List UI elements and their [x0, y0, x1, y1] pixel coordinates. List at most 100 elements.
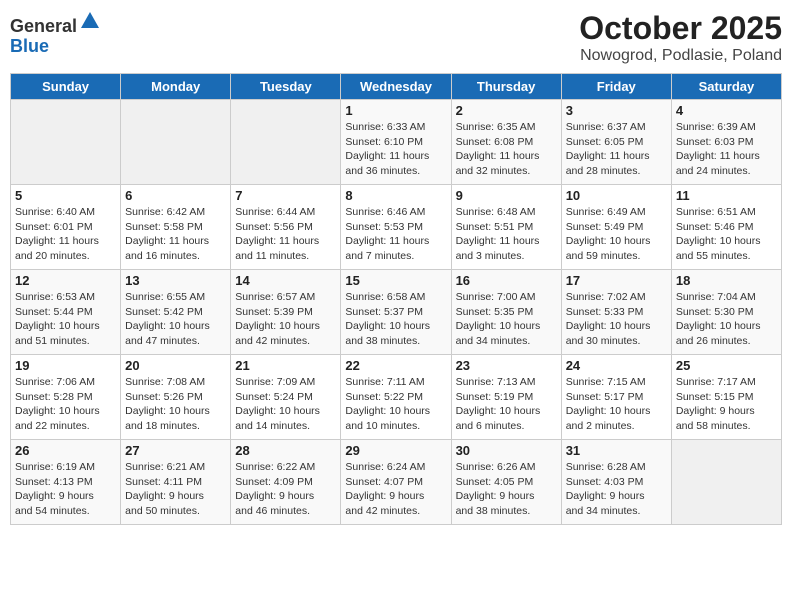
day-number: 10 — [566, 188, 667, 203]
calendar-header-sunday: Sunday — [11, 74, 121, 100]
day-info: Sunrise: 6:33 AM Sunset: 6:10 PM Dayligh… — [345, 120, 446, 179]
day-number: 5 — [15, 188, 116, 203]
calendar-cell — [11, 100, 121, 185]
day-number: 2 — [456, 103, 557, 118]
day-number: 20 — [125, 358, 226, 373]
calendar-week-2: 5Sunrise: 6:40 AM Sunset: 6:01 PM Daylig… — [11, 185, 782, 270]
day-info: Sunrise: 6:37 AM Sunset: 6:05 PM Dayligh… — [566, 120, 667, 179]
day-number: 8 — [345, 188, 446, 203]
calendar-week-4: 19 Sunrise: 7:06 AM Sunset: 5:28 PM Dayli… — [11, 355, 782, 440]
calendar-header-wednesday: Wednesday — [341, 74, 451, 100]
calendar-cell: 26 Sunrise: 6:19 AM Sunset: 4:13 PM Dayli… — [11, 440, 121, 525]
calendar-cell: 12Sunrise: 6:53 AM Sunset: 5:44 PM Dayli… — [11, 270, 121, 355]
day-number: 24 — [566, 358, 667, 373]
day-number: 13 — [125, 273, 226, 288]
day-number: 25 — [676, 358, 777, 373]
day-number: 16 — [456, 273, 557, 288]
calendar-cell: 28 Sunrise: 6:22 AM Sunset: 4:09 PM Dayli… — [231, 440, 341, 525]
logo-general-text: General — [10, 16, 77, 36]
calendar-week-5: 26 Sunrise: 6:19 AM Sunset: 4:13 PM Dayli… — [11, 440, 782, 525]
day-number: 21 — [235, 358, 336, 373]
day-number: 14 — [235, 273, 336, 288]
day-number: 12 — [15, 273, 116, 288]
calendar-cell: 27Sunrise: 6:21 AM Sunset: 4:11 PM Dayli… — [121, 440, 231, 525]
day-number: 3 — [566, 103, 667, 118]
day-info: Sunrise: 7:11 AM Sunset: 5:22 PM Dayligh… — [345, 375, 446, 434]
day-info: Sunrise: 7:06 AM Sunset: 5:28 PM Dayligh… — [15, 375, 116, 434]
calendar-cell: 16 Sunrise: 7:00 AM Sunset: 5:35 PM Dayli… — [451, 270, 561, 355]
calendar-cell: 5Sunrise: 6:40 AM Sunset: 6:01 PM Daylig… — [11, 185, 121, 270]
day-number: 27 — [125, 443, 226, 458]
day-info: Sunrise: 6:49 AM Sunset: 5:49 PM Dayligh… — [566, 205, 667, 264]
day-info: Sunrise: 6:28 AM Sunset: 4:03 PM Dayligh… — [566, 460, 667, 519]
day-number: 4 — [676, 103, 777, 118]
calendar-cell: 13 Sunrise: 6:55 AM Sunset: 5:42 PM Dayli… — [121, 270, 231, 355]
day-info: Sunrise: 6:58 AM Sunset: 5:37 PM Dayligh… — [345, 290, 446, 349]
page-header: General Blue October 2025 Nowogrod, Podl… — [10, 10, 782, 65]
day-info: Sunrise: 7:00 AM Sunset: 5:35 PM Dayligh… — [456, 290, 557, 349]
calendar-header-tuesday: Tuesday — [231, 74, 341, 100]
day-number: 7 — [235, 188, 336, 203]
day-info: Sunrise: 6:48 AM Sunset: 5:51 PM Dayligh… — [456, 205, 557, 264]
day-number: 17 — [566, 273, 667, 288]
calendar-cell: 3 Sunrise: 6:37 AM Sunset: 6:05 PM Daylig… — [561, 100, 671, 185]
day-info: Sunrise: 7:13 AM Sunset: 5:19 PM Dayligh… — [456, 375, 557, 434]
day-info: Sunrise: 6:26 AM Sunset: 4:05 PM Dayligh… — [456, 460, 557, 519]
day-info: Sunrise: 7:02 AM Sunset: 5:33 PM Dayligh… — [566, 290, 667, 349]
day-info: Sunrise: 6:44 AM Sunset: 5:56 PM Dayligh… — [235, 205, 336, 264]
calendar-header-friday: Friday — [561, 74, 671, 100]
day-info: Sunrise: 7:08 AM Sunset: 5:26 PM Dayligh… — [125, 375, 226, 434]
day-number: 18 — [676, 273, 777, 288]
calendar-header-thursday: Thursday — [451, 74, 561, 100]
calendar-cell: 23Sunrise: 7:13 AM Sunset: 5:19 PM Dayli… — [451, 355, 561, 440]
calendar-cell: 22 Sunrise: 7:11 AM Sunset: 5:22 PM Dayli… — [341, 355, 451, 440]
day-number: 6 — [125, 188, 226, 203]
day-number: 19 — [15, 358, 116, 373]
calendar-cell: 30Sunrise: 6:26 AM Sunset: 4:05 PM Dayli… — [451, 440, 561, 525]
calendar-cell: 6 Sunrise: 6:42 AM Sunset: 5:58 PM Daylig… — [121, 185, 231, 270]
calendar-header-saturday: Saturday — [671, 74, 781, 100]
calendar-header-row: SundayMondayTuesdayWednesdayThursdayFrid… — [11, 74, 782, 100]
day-info: Sunrise: 6:42 AM Sunset: 5:58 PM Dayligh… — [125, 205, 226, 264]
calendar-cell: 11Sunrise: 6:51 AM Sunset: 5:46 PM Dayli… — [671, 185, 781, 270]
logo-blue-text: Blue — [10, 36, 49, 56]
day-info: Sunrise: 7:04 AM Sunset: 5:30 PM Dayligh… — [676, 290, 777, 349]
day-info: Sunrise: 6:19 AM Sunset: 4:13 PM Dayligh… — [15, 460, 116, 519]
calendar-cell: 31 Sunrise: 6:28 AM Sunset: 4:03 PM Dayli… — [561, 440, 671, 525]
day-info: Sunrise: 6:55 AM Sunset: 5:42 PM Dayligh… — [125, 290, 226, 349]
logo-icon — [79, 10, 101, 32]
calendar-cell: 9 Sunrise: 6:48 AM Sunset: 5:51 PM Daylig… — [451, 185, 561, 270]
calendar-cell: 10 Sunrise: 6:49 AM Sunset: 5:49 PM Dayli… — [561, 185, 671, 270]
calendar-cell — [121, 100, 231, 185]
calendar-cell: 29 Sunrise: 6:24 AM Sunset: 4:07 PM Dayli… — [341, 440, 451, 525]
calendar-cell: 25Sunrise: 7:17 AM Sunset: 5:15 PM Dayli… — [671, 355, 781, 440]
day-number: 22 — [345, 358, 446, 373]
day-info: Sunrise: 6:57 AM Sunset: 5:39 PM Dayligh… — [235, 290, 336, 349]
location-title: Nowogrod, Podlasie, Poland — [579, 47, 782, 65]
day-number: 31 — [566, 443, 667, 458]
calendar-cell: 20 Sunrise: 7:08 AM Sunset: 5:26 PM Dayli… — [121, 355, 231, 440]
calendar-cell: 15Sunrise: 6:58 AM Sunset: 5:37 PM Dayli… — [341, 270, 451, 355]
logo: General Blue — [10, 10, 101, 57]
calendar-cell: 24 Sunrise: 7:15 AM Sunset: 5:17 PM Dayli… — [561, 355, 671, 440]
calendar-table: SundayMondayTuesdayWednesdayThursdayFrid… — [10, 73, 782, 525]
calendar-cell: 19 Sunrise: 7:06 AM Sunset: 5:28 PM Dayli… — [11, 355, 121, 440]
calendar-cell: 17 Sunrise: 7:02 AM Sunset: 5:33 PM Dayli… — [561, 270, 671, 355]
calendar-cell: 21 Sunrise: 7:09 AM Sunset: 5:24 PM Dayli… — [231, 355, 341, 440]
day-info: Sunrise: 6:24 AM Sunset: 4:07 PM Dayligh… — [345, 460, 446, 519]
calendar-header-monday: Monday — [121, 74, 231, 100]
calendar-week-3: 12Sunrise: 6:53 AM Sunset: 5:44 PM Dayli… — [11, 270, 782, 355]
day-number: 28 — [235, 443, 336, 458]
day-info: Sunrise: 6:22 AM Sunset: 4:09 PM Dayligh… — [235, 460, 336, 519]
day-number: 11 — [676, 188, 777, 203]
day-info: Sunrise: 7:09 AM Sunset: 5:24 PM Dayligh… — [235, 375, 336, 434]
day-info: Sunrise: 7:15 AM Sunset: 5:17 PM Dayligh… — [566, 375, 667, 434]
calendar-week-1: 1Sunrise: 6:33 AM Sunset: 6:10 PM Daylig… — [11, 100, 782, 185]
calendar-cell: 14 Sunrise: 6:57 AM Sunset: 5:39 PM Dayli… — [231, 270, 341, 355]
month-title: October 2025 — [579, 10, 782, 47]
day-number: 29 — [345, 443, 446, 458]
day-info: Sunrise: 6:39 AM Sunset: 6:03 PM Dayligh… — [676, 120, 777, 179]
day-number: 9 — [456, 188, 557, 203]
day-number: 26 — [15, 443, 116, 458]
calendar-cell — [671, 440, 781, 525]
